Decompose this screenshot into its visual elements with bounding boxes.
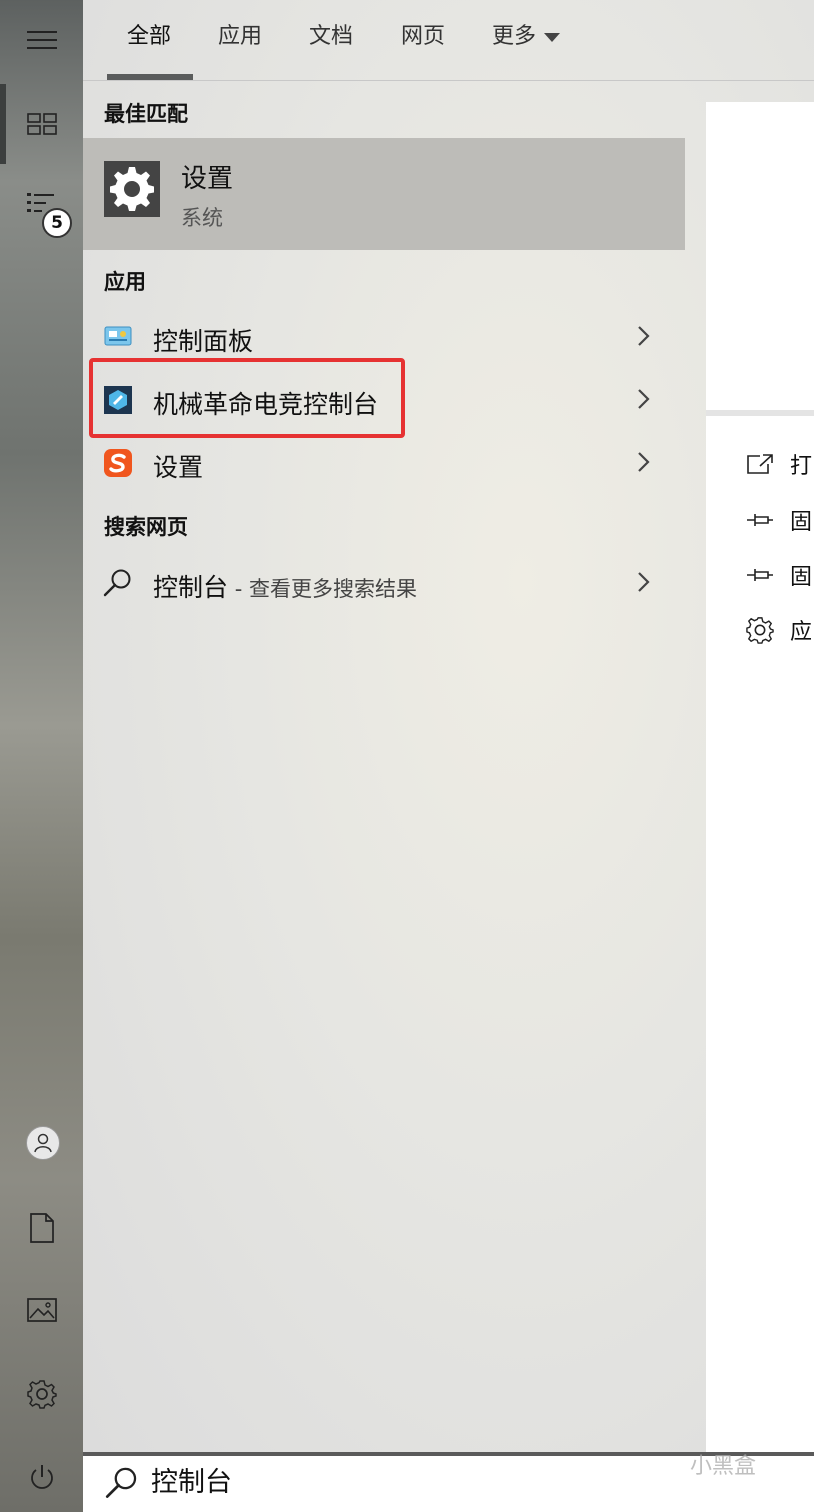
tiles-icon[interactable]: [0, 92, 83, 156]
preview-action-pin-taskbar[interactable]: 固: [746, 557, 814, 593]
web-search-item[interactable]: 控制台 - 查看更多搜索结果: [83, 556, 685, 612]
pin-icon: [747, 569, 773, 581]
gear-icon: [746, 617, 774, 644]
tab-all[interactable]: 全部: [127, 18, 171, 50]
best-match-item[interactable]: 设置 系统: [83, 138, 685, 250]
app-item-sogou-settings[interactable]: 设置: [83, 436, 685, 492]
web-search-label: 控制台 - 查看更多搜索结果: [153, 568, 417, 604]
preview-action-label: 打: [790, 454, 813, 479]
tab-more-label: 更多: [492, 24, 537, 49]
app-item-label: 设置: [153, 453, 204, 482]
chevron-right-icon[interactable]: [631, 387, 655, 411]
preview-action-label: 固: [790, 510, 813, 535]
pin-icon: [747, 514, 773, 526]
preview-action-app-settings[interactable]: 应: [746, 612, 814, 648]
preview-divider: [706, 410, 814, 416]
app-item-label: 控制面板: [153, 327, 254, 356]
control-panel-icon: [103, 322, 133, 352]
start-left-rail: 5: [0, 0, 83, 1512]
pictures-icon[interactable]: [0, 1278, 83, 1342]
preview-action-open[interactable]: 打: [746, 446, 814, 482]
preview-action-label: 固: [790, 565, 813, 590]
tab-more[interactable]: 更多: [492, 18, 561, 50]
preview-action-pin-start[interactable]: 固: [746, 502, 814, 538]
chevron-right-icon[interactable]: [631, 450, 655, 474]
tab-apps[interactable]: 应用: [218, 18, 262, 50]
active-tab-underline: [107, 74, 193, 80]
tab-documents[interactable]: 文档: [309, 18, 353, 50]
notification-badge: 5: [42, 208, 72, 238]
preview-action-label: 应: [790, 620, 813, 645]
best-match-subtitle: 系统: [181, 206, 223, 230]
sogou-icon: [103, 448, 133, 478]
documents-icon[interactable]: [0, 1196, 83, 1260]
open-icon: [747, 454, 773, 474]
chevron-right-icon[interactable]: [631, 570, 655, 594]
settings-app-gear-icon: [104, 161, 160, 217]
search-icon: [103, 568, 133, 598]
watermark-text: 小黑盒: [690, 1454, 757, 1479]
search-web-heading: 搜索网页: [104, 515, 188, 539]
highlight-annotation-box: [89, 358, 405, 438]
search-results-panel: 全部 应用 文档 网页 更多 最佳匹配 设置 系统 应用 控制面板 机械革命电竞…: [83, 0, 814, 1452]
web-search-suffix: - 查看更多搜索结果: [228, 577, 417, 601]
settings-gear-icon[interactable]: [0, 1362, 83, 1426]
best-match-heading: 最佳匹配: [104, 102, 188, 126]
preview-pane: 打 固 固 应: [706, 102, 814, 1452]
best-match-title: 设置: [181, 164, 234, 194]
dropdown-caret-icon: [544, 32, 561, 42]
apps-heading: 应用: [104, 270, 146, 294]
hamburger-menu-icon[interactable]: [0, 8, 83, 72]
user-avatar-icon[interactable]: [26, 1126, 60, 1160]
search-input[interactable]: [151, 1464, 691, 1495]
tab-web[interactable]: 网页: [401, 18, 445, 50]
power-icon[interactable]: [0, 1446, 83, 1510]
chevron-right-icon[interactable]: [631, 324, 655, 348]
filter-tabs: 全部 应用 文档 网页 更多: [83, 0, 814, 81]
web-search-query: 控制台: [153, 573, 229, 602]
search-icon: [105, 1467, 137, 1498]
